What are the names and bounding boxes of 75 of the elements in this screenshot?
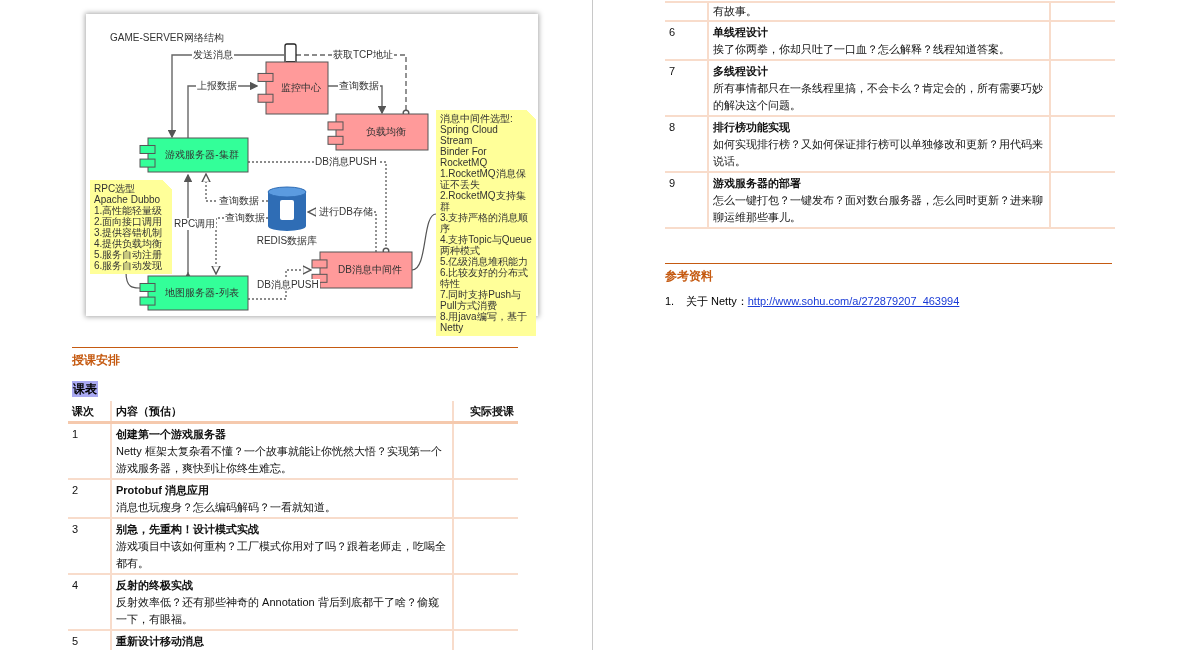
row-number: 1 — [72, 428, 79, 440]
edge-label: DB消息PUSH — [314, 156, 378, 168]
lesson-description: 消息也玩瘦身？怎么编码解码？一看就知道。 — [116, 500, 337, 515]
row-number: 7 — [669, 65, 676, 77]
edge-label: 查询数据 — [338, 80, 380, 92]
row-number: 3 — [72, 523, 79, 535]
component-label: 负载均衡 — [365, 126, 407, 138]
lesson-title: 创建第一个游戏服务器 — [116, 427, 227, 442]
lesson-description: 挨了你两拳，你却只吐了一口血？怎么解释？线程知道答案。 — [713, 42, 1011, 57]
subheading: 课表 — [72, 381, 98, 397]
note-line: 5.服务自动注册 — [94, 249, 164, 260]
list-number: 1. — [665, 294, 676, 308]
database-icon — [267, 186, 307, 231]
edge-label: 查询数据 — [224, 212, 266, 224]
edge-label: 进行DB存储 — [318, 206, 374, 218]
diagram-title: GAME-SERVER网络结构 — [110, 32, 224, 44]
reference-text: 关于 Netty：http://www.sohu.com/a/272879207_463994 — [686, 294, 960, 308]
edge-label: RPC调用 — [173, 218, 217, 230]
component-label: 地图服务器-列表 — [164, 287, 240, 299]
note-line: RPC选型 — [94, 183, 137, 194]
note-line: 1.RocketMQ消息保证不丢失 — [440, 168, 527, 190]
row-number: 9 — [669, 177, 676, 189]
lesson-title: 别急，先重构！设计模式实战 — [116, 522, 260, 537]
edge-label: 获取TCP地址 — [332, 49, 394, 61]
lesson-title: Protobuf 消息应用 — [116, 483, 210, 498]
note-line: 7.同时支持Push与Pull方式消费 — [440, 289, 523, 311]
edge-label: 发送消息 — [192, 49, 234, 61]
lesson-title: 排行榜功能实现 — [713, 120, 791, 135]
database-label: REDIS数据库 — [255, 235, 319, 247]
note-line: 3.提供容错机制 — [94, 227, 164, 238]
row-number: 5 — [72, 635, 79, 647]
column-header: 课次 — [72, 405, 94, 417]
note-line: 6.比较友好的分布式特性 — [440, 267, 530, 289]
section-heading: 授课安排 — [72, 352, 121, 368]
row-number: 4 — [72, 579, 79, 591]
note-line: 3.支持严格的消息顺序 — [440, 212, 530, 234]
section-heading: 参考资料 — [665, 268, 714, 284]
note-line: 4.提供负载均衡 — [94, 238, 164, 249]
note-line: 消息中间件选型: — [440, 113, 514, 124]
edge-label: 上报数据 — [196, 80, 238, 92]
note-line: 2.面向接口调用 — [94, 216, 164, 227]
lesson-title: 游戏服务器的部署 — [713, 176, 802, 191]
lesson-description: 游戏项目中该如何重构？工厂模式你用对了吗？跟着老师走，吃喝全都有。 — [116, 539, 447, 571]
component-label: 监控中心 — [280, 82, 322, 94]
component-label: 游戏服务器-集群 — [164, 149, 240, 161]
lesson-description: 所有事情都只在一条线程里搞，不会卡么？肯定会的，所有需要巧妙的解决这个问题。 — [713, 81, 1044, 113]
row-number: 6 — [669, 26, 676, 38]
lesson-title: 单线程设计 — [713, 25, 769, 40]
row-number: 2 — [72, 484, 79, 496]
lesson-description: 如何实现排行榜？又如何保证排行榜可以单独修改和更新？用代码来说话。 — [713, 137, 1044, 169]
column-header: 实际授课 — [470, 405, 514, 417]
row-number: 8 — [669, 121, 676, 133]
lesson-description: 怎么一键打包？一键发布？面对数台服务器，怎么同时更新？进来聊聊运维那些事儿。 — [713, 193, 1044, 225]
lesson-title: 多线程设计 — [713, 64, 769, 79]
note-line: 1.高性能轻量级 — [94, 205, 164, 216]
note-line: 2.RocketMQ支持集群 — [440, 190, 527, 212]
note-line: 4.支持Topic与Queue两种模式 — [440, 234, 532, 256]
reference-link[interactable]: http://www.sohu.com/a/272879207_463994 — [747, 295, 960, 307]
note-line: 5.亿级消息堆积能力 — [440, 256, 530, 267]
lesson-description: Netty 框架太复杂看不懂？一个故事就能让你恍然大悟？实现第一个游戏服务器，爽快到让你终生难忘。 — [116, 444, 443, 476]
column-header: 内容（预估） — [116, 405, 182, 417]
edge-label: 查询数据 — [218, 195, 260, 207]
lesson-description: 有故事。 — [713, 4, 758, 19]
note-line: Apache Dubbo — [94, 194, 162, 205]
connector-curve — [411, 213, 437, 271]
note-line: 8.用java编写，基于Netty — [440, 311, 528, 333]
note-line: Binder For RocketMQ — [440, 146, 489, 168]
note-line: Spring Cloud Stream — [440, 124, 499, 146]
note-line: 6.服务自动发现 — [94, 260, 164, 271]
lesson-description: 反射效率低？还有那些神奇的 Annotation 背后到底都干了啥？偷窥一下，有眼福。 — [116, 595, 440, 627]
edge-label: DB消息PUSH — [256, 279, 320, 291]
component-label: DB消息中间件 — [337, 264, 403, 276]
lesson-title: 反射的终极实战 — [116, 578, 194, 593]
connector-curve — [125, 271, 141, 289]
lesson-title: 重新设计移动消息 — [116, 634, 205, 649]
